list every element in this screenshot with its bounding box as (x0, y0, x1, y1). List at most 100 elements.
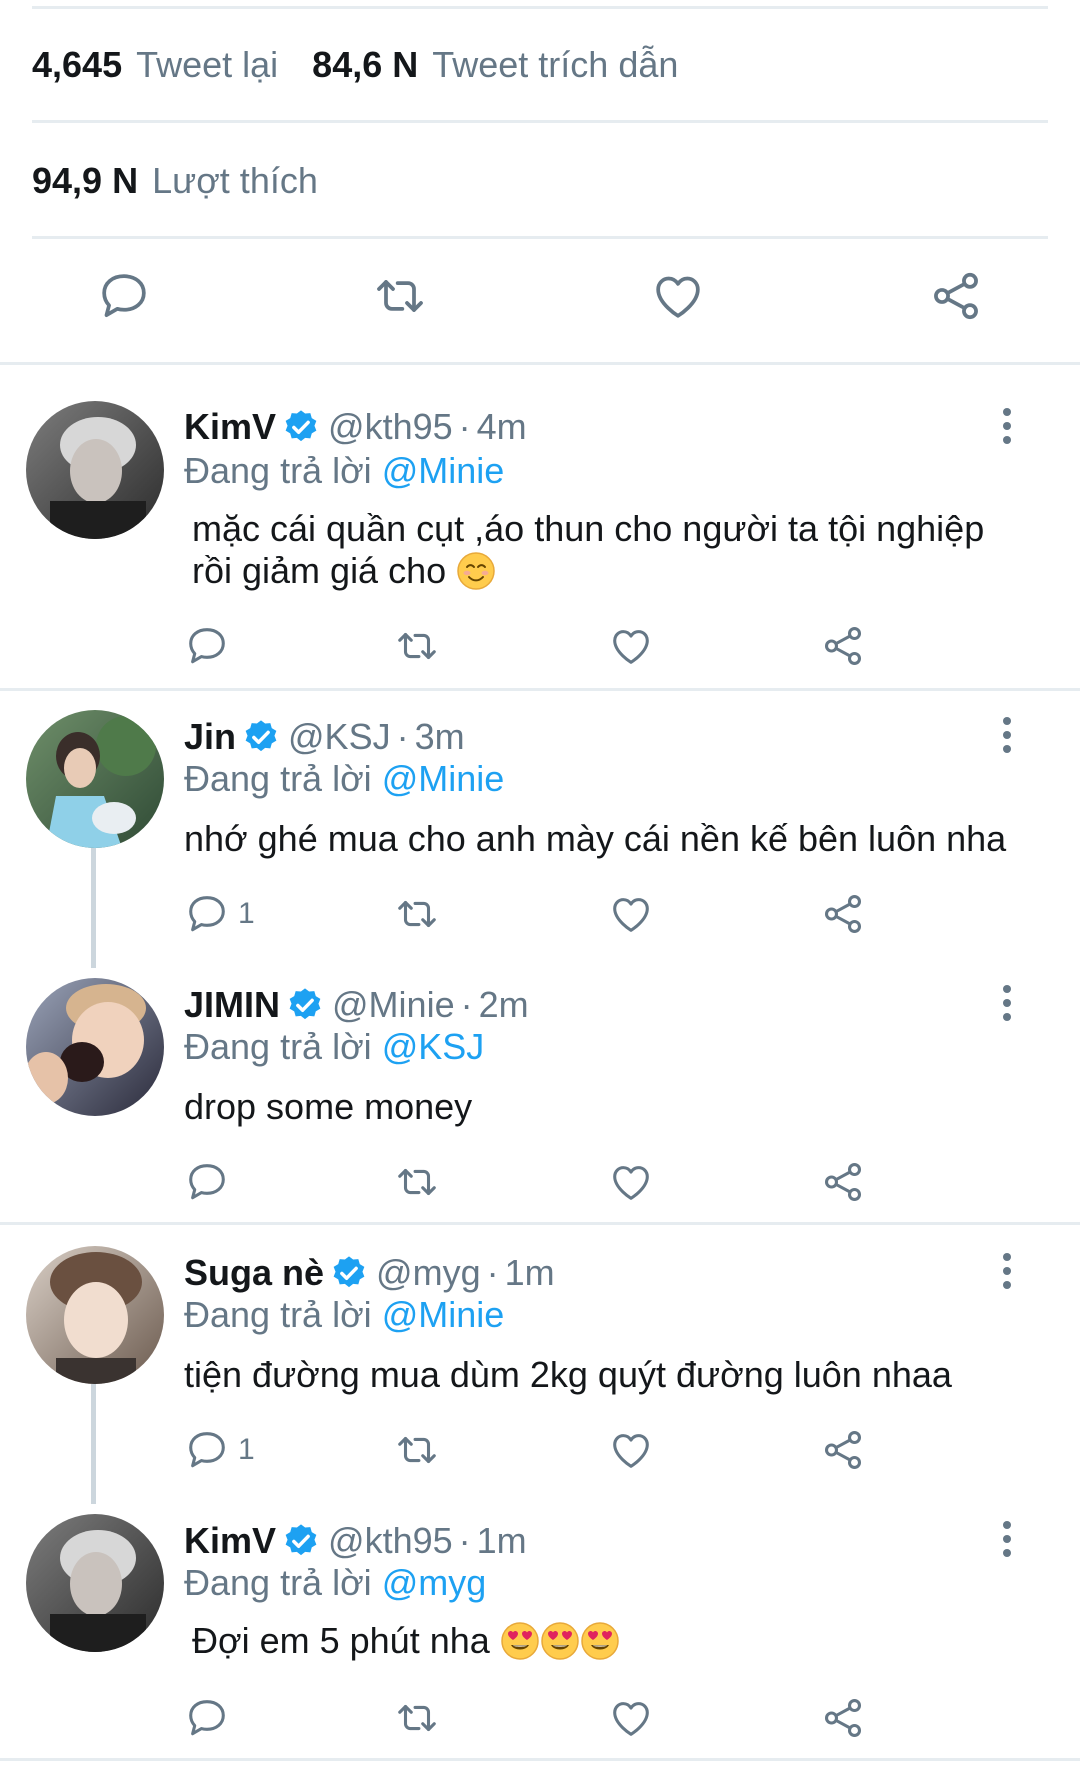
tweet-text-body: Đợi em 5 phút nha (192, 1620, 490, 1661)
share-button[interactable] (820, 1158, 866, 1206)
reply-count: 1 (238, 897, 255, 930)
quotes-label[interactable]: Tweet trích dẫn (432, 44, 678, 86)
section-divider (0, 362, 1080, 365)
tweet-actions: 1 (0, 1426, 1080, 1474)
mention-link[interactable]: @myg (382, 1562, 487, 1603)
like-button[interactable] (650, 268, 706, 324)
tweet-text: Đợi em 5 phút nha (192, 1620, 1032, 1662)
reply-button[interactable] (184, 622, 238, 670)
stats-divider (32, 120, 1048, 123)
replying-to: Đang trả lời @myg (184, 1562, 486, 1604)
retweet-button[interactable] (372, 268, 428, 324)
handle[interactable]: @kth95 (328, 406, 453, 448)
heart-icon (650, 268, 706, 324)
display-name[interactable]: KimV (184, 406, 276, 448)
reply-button[interactable] (96, 268, 152, 324)
tweet-divider (0, 1222, 1080, 1225)
avatar[interactable] (26, 401, 164, 539)
top-divider (32, 6, 1048, 9)
replying-to: Đang trả lời @Minie (184, 1294, 504, 1336)
speech-bubble-icon (96, 268, 152, 324)
reply-button[interactable]: 1 (184, 1426, 255, 1474)
mention-link[interactable]: @Minie (382, 1294, 505, 1335)
timestamp[interactable]: 1m (505, 1252, 555, 1294)
tweet-actions (0, 1158, 1080, 1206)
tweet-header: Jin @KSJ · 3m (184, 716, 465, 758)
replying-to: Đang trả lời @Minie (184, 450, 504, 492)
avatar[interactable] (26, 978, 164, 1116)
timestamp[interactable]: 1m (477, 1520, 527, 1562)
speech-bubble-icon (184, 623, 230, 669)
avatar[interactable] (26, 710, 164, 848)
more-options-icon[interactable] (995, 715, 1019, 755)
speech-bubble-icon (184, 891, 230, 937)
tweet-text-body: mặc cái quần cụt ,áo thun cho người ta t… (192, 508, 985, 591)
display-name[interactable]: Suga nè (184, 1252, 324, 1294)
handle[interactable]: @myg (376, 1252, 481, 1294)
tweet-divider (0, 688, 1080, 691)
replying-to: Đang trả lời @Minie (184, 758, 504, 800)
like-button[interactable] (608, 1694, 654, 1742)
more-options-icon[interactable] (995, 1519, 1019, 1559)
share-nodes-icon (820, 1427, 866, 1473)
replying-prefix: Đang trả lời (184, 1026, 372, 1067)
reply-button[interactable] (184, 1158, 238, 1206)
retweet-button[interactable] (394, 890, 440, 938)
like-button[interactable] (608, 890, 654, 938)
more-options-icon[interactable] (995, 983, 1019, 1023)
like-button[interactable] (608, 1426, 654, 1474)
verified-badge-icon (242, 718, 280, 756)
share-button[interactable] (820, 622, 866, 670)
mention-link[interactable]: @Minie (382, 450, 505, 491)
share-nodes-icon (928, 268, 984, 324)
display-name[interactable]: JIMIN (184, 984, 280, 1026)
handle[interactable]: @Minie (332, 984, 455, 1026)
handle[interactable]: @KSJ (288, 716, 391, 758)
like-button[interactable] (608, 1158, 654, 1206)
display-name[interactable]: Jin (184, 716, 236, 758)
retweet-button[interactable] (394, 1158, 440, 1206)
more-options-icon[interactable] (995, 406, 1019, 446)
share-button[interactable] (820, 890, 866, 938)
retweets-label[interactable]: Tweet lại (136, 44, 278, 86)
timestamp[interactable]: 4m (477, 406, 527, 448)
retweet-arrows-icon (394, 1159, 440, 1205)
like-button[interactable] (608, 622, 654, 670)
speech-bubble-icon (184, 1427, 230, 1473)
reply-button[interactable] (184, 1694, 238, 1742)
tweet-header: JIMIN @Minie · 2m (184, 984, 529, 1026)
tweet-text: drop some money (184, 1086, 1024, 1128)
retweet-button[interactable] (394, 1694, 440, 1742)
share-button[interactable] (820, 1694, 866, 1742)
reply-button[interactable]: 1 (184, 890, 255, 938)
handle[interactable]: @kth95 (328, 1520, 453, 1562)
mention-link[interactable]: @KSJ (382, 1026, 485, 1067)
separator-dot: · (396, 716, 409, 757)
retweet-arrows-icon (394, 623, 440, 669)
avatar[interactable] (26, 1514, 164, 1652)
tweet-text: nhớ ghé mua cho anh mày cái nền kế bên l… (184, 818, 1024, 860)
timestamp[interactable]: 3m (415, 716, 465, 758)
retweets-count[interactable]: 4,645 (32, 44, 122, 86)
bottom-divider (0, 1758, 1080, 1761)
mention-link[interactable]: @Minie (382, 758, 505, 799)
avatar[interactable] (26, 1246, 164, 1384)
share-nodes-icon (820, 623, 866, 669)
more-options-icon[interactable] (995, 1251, 1019, 1291)
share-button[interactable] (928, 268, 984, 324)
likes-divider (32, 236, 1048, 239)
likes-label[interactable]: Lượt thích (152, 160, 318, 202)
timestamp[interactable]: 2m (479, 984, 529, 1026)
display-name[interactable]: KimV (184, 1520, 276, 1562)
share-button[interactable] (820, 1426, 866, 1474)
quotes-count[interactable]: 84,6 N (312, 44, 418, 86)
retweet-button[interactable] (394, 622, 440, 670)
heart-icon (608, 1695, 654, 1741)
verified-badge-icon (286, 986, 324, 1024)
tweet-text-body: nhớ ghé mua cho anh mày cái nền kế bên l… (184, 818, 1007, 859)
tweet-actions (0, 622, 1080, 670)
heart-eyes-emoji (540, 1621, 580, 1661)
likes-count[interactable]: 94,9 N (32, 160, 138, 202)
verified-badge-icon (282, 1522, 320, 1560)
retweet-button[interactable] (394, 1426, 440, 1474)
